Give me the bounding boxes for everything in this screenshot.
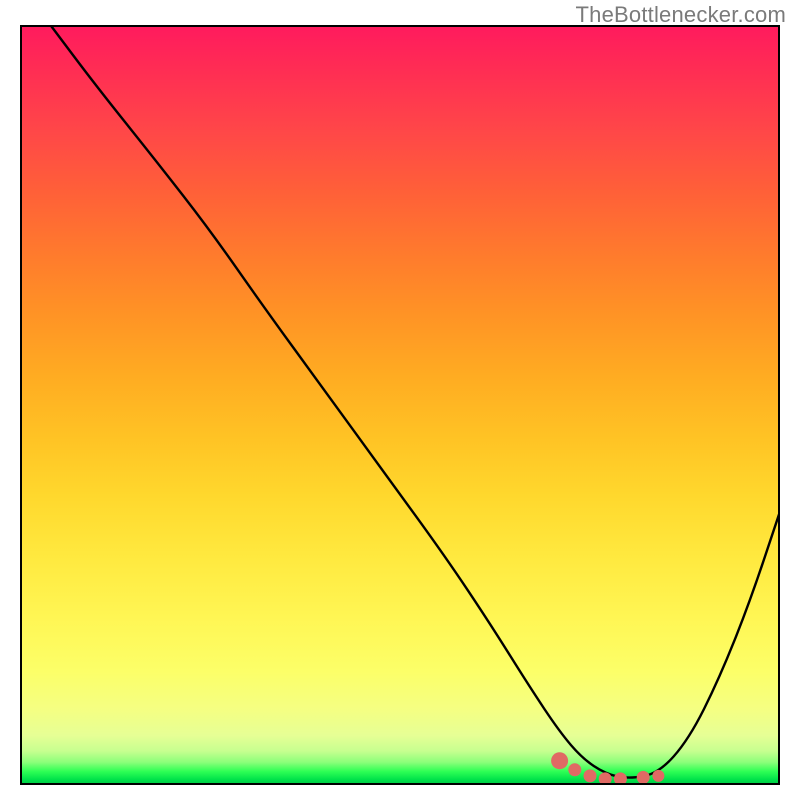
background-gradient [20, 25, 780, 785]
chart-stage: TheBottlenecker.com [0, 0, 800, 800]
plot-area [20, 25, 780, 785]
